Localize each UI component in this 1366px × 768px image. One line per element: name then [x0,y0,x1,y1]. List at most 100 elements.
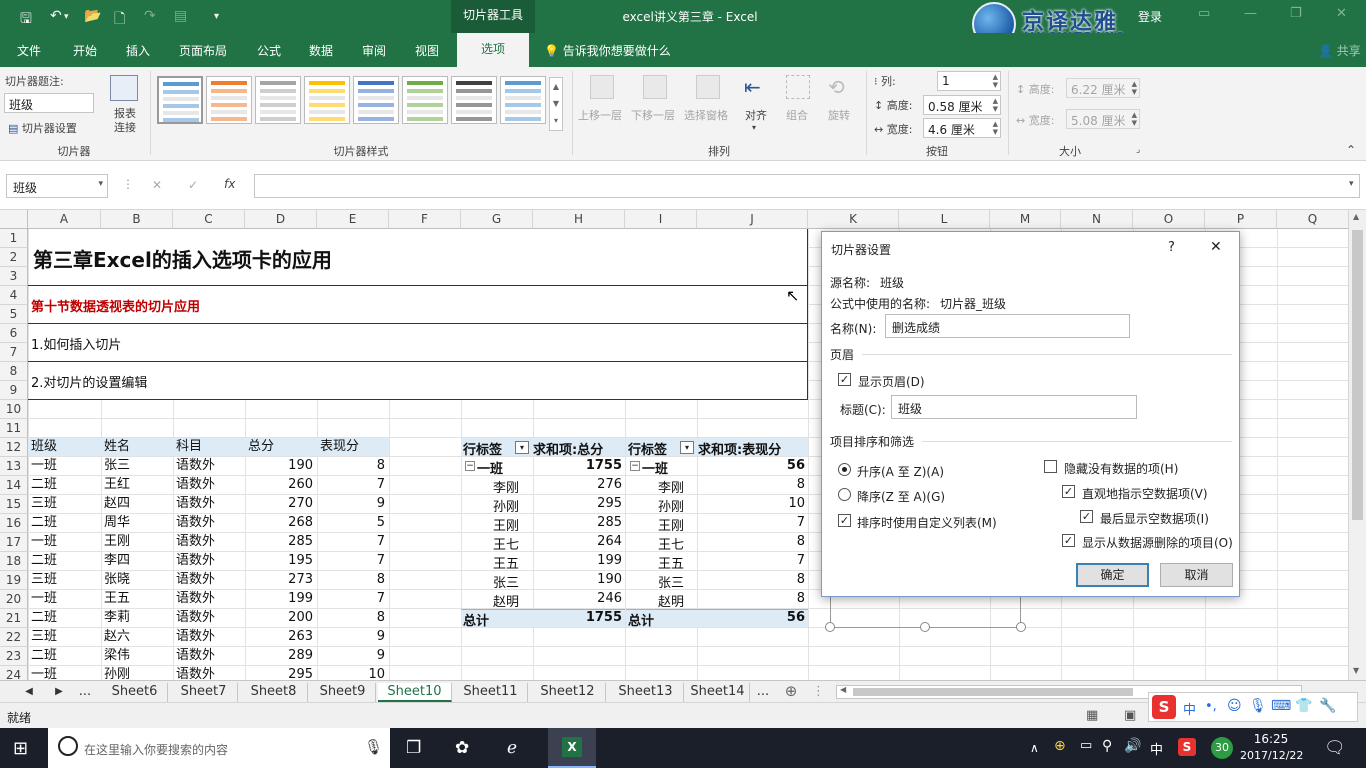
punctuation-icon[interactable]: •, [1205,699,1217,714]
enter-icon[interactable]: ✓ [188,178,198,192]
button-height-input[interactable]: 0.58 厘米 ▲ ▼ [923,95,1001,115]
column-header[interactable]: B [101,210,173,229]
section-heading[interactable]: 第十节数据透视表的切片应用 [31,296,200,315]
selection-pane-button[interactable]: 选择窗格 [684,107,728,123]
table-cell[interactable]: 语数外 [173,590,245,608]
filter-icon[interactable]: ▾ [680,441,694,454]
login-link[interactable]: 登录 [1138,8,1162,25]
slicer-caption-input[interactable]: 班级 [4,93,94,113]
row-header[interactable]: 1 [0,229,28,248]
sogou-icon[interactable]: S [1152,695,1176,719]
tab-review[interactable]: 审阅 [362,42,386,59]
pivot-item[interactable]: 赵明 [658,591,684,610]
save-icon[interactable]: 🖫 [20,8,32,32]
sheet-tab[interactable]: Sheet9 [310,683,376,702]
normal-view-icon[interactable]: ▦ [1086,708,1098,723]
slicer-resize-handle[interactable] [1016,622,1026,632]
pivot-item[interactable]: 王刚 [658,515,684,534]
align-dropdown-icon[interactable]: ▾ [752,123,756,132]
task-view-icon[interactable]: ❐ [406,738,421,758]
table-cell[interactable]: 王红 [101,476,173,494]
edge-icon[interactable]: ℯ [507,738,517,758]
table-cell[interactable]: 8 [317,457,389,475]
row-header[interactable]: 6 [0,324,28,343]
slicer-settings-button[interactable]: ▤ 切片器设置 [8,120,77,136]
next-sheet-icon[interactable]: ▶ [52,683,66,702]
sheet-tab[interactable]: Sheet13 [608,683,684,702]
bring-forward-icon[interactable] [590,75,614,99]
column-header[interactable]: E [317,210,389,229]
size-dialog-launcher-icon[interactable]: ⌟ [1136,145,1140,155]
table-cell[interactable]: 周华 [101,514,173,532]
send-backward-button[interactable]: 下移一层 [631,107,675,123]
row-header[interactable]: 11 [0,419,28,438]
item-2[interactable]: 2.对切片的设置编辑 [31,372,147,391]
table-cell[interactable]: 三班 [28,571,101,589]
pivot-item[interactable]: 李刚 [493,477,519,496]
table-cell[interactable]: 263 [245,628,317,646]
new-sheet-icon[interactable]: ⊕ [780,683,802,702]
print-icon[interactable]: ▤ [174,8,187,24]
row-header[interactable]: 22 [0,628,28,647]
skin-icon[interactable]: 👕 [1295,698,1312,714]
insert-function-icon[interactable]: fx [224,177,235,191]
redo-icon[interactable]: ↷ [144,8,156,24]
column-header[interactable]: H [533,210,625,229]
row-header[interactable]: 23 [0,647,28,666]
pivot-group-total[interactable]: 56 [700,458,805,473]
row-header[interactable]: 3 [0,267,28,286]
pivot-item-value[interactable]: 8 [700,572,805,587]
pivot-item-value[interactable]: 7 [700,515,805,530]
scroll-up-icon[interactable]: ▲ [1353,212,1359,221]
table-cell[interactable]: 268 [245,514,317,532]
tab-formulas[interactable]: 公式 [257,42,281,59]
row-header[interactable]: 7 [0,343,28,362]
column-header[interactable]: P [1205,210,1277,229]
spinner-icon[interactable]: ▲ ▼ [993,97,998,113]
undo-dropdown-icon[interactable]: ▾ [64,12,69,22]
help-icon[interactable]: ? [1168,240,1175,255]
table-cell[interactable]: 295 [245,666,317,680]
microphone-icon[interactable]: 🎙 [364,738,383,756]
table-header[interactable]: 姓名 [101,438,173,456]
table-cell[interactable]: 5 [317,514,389,532]
table-cell[interactable]: 9 [317,495,389,513]
table-cell[interactable]: 273 [245,571,317,589]
pivot-item-value[interactable]: 7 [700,553,805,568]
pivot-item-value[interactable]: 8 [700,534,805,549]
row-header[interactable]: 10 [0,400,28,419]
table-cell[interactable]: 9 [317,628,389,646]
rotate-icon[interactable]: ⟲ [828,75,852,99]
volume-icon[interactable]: 🔊 [1124,738,1141,754]
sheet-tab[interactable]: Sheet7 [170,683,238,702]
table-header[interactable]: 班级 [28,438,101,456]
pivot-item-value[interactable]: 264 [535,534,622,549]
table-cell[interactable]: 289 [245,647,317,665]
name-input[interactable]: 删选成绩 [885,314,1130,338]
vertical-scrollbar[interactable]: ▲ ▼ [1348,210,1366,680]
tools-icon[interactable]: 🔧 [1319,698,1336,714]
close-icon[interactable]: ✕ [1336,6,1347,21]
slicer-style-thumb[interactable] [206,76,252,124]
row-header[interactable]: 19 [0,571,28,590]
collapse-icon[interactable]: − [465,461,475,471]
table-cell[interactable]: 语数外 [173,495,245,513]
name-box[interactable]: 班级 ▾ [6,174,108,198]
page-layout-view-icon[interactable]: ▣ [1124,708,1136,723]
hscroll-thumb[interactable] [853,688,1133,696]
rotate-button[interactable]: 旋转 [828,107,850,123]
bring-forward-button[interactable]: 上移一层 [578,107,622,123]
columns-input[interactable]: 1 ▲ ▼ [937,71,1001,91]
column-header[interactable]: I [625,210,697,229]
size-height-input[interactable]: 6.22 厘米 ▲ ▼ [1066,78,1140,98]
excel-taskbar-button[interactable]: X [548,728,596,768]
pivot-item-value[interactable]: 285 [535,515,622,530]
pivot-value-label[interactable]: 求和项:表现分 [698,439,781,458]
caption-input[interactable]: 班级 [891,395,1137,419]
slicer-resize-handle[interactable] [920,622,930,632]
tab-insert[interactable]: 插入 [126,42,150,59]
table-cell[interactable]: 10 [317,666,389,680]
row-header[interactable]: 9 [0,381,28,400]
selection-pane-icon[interactable] [696,75,720,99]
table-cell[interactable]: 一班 [28,666,101,680]
